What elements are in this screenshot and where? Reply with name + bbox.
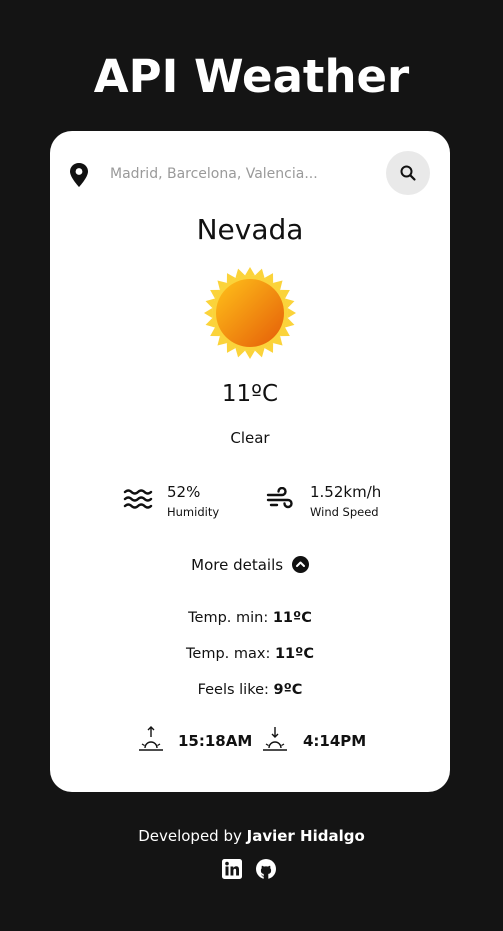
temp-max-label: Temp. max:: [186, 646, 271, 662]
city-search-input[interactable]: [110, 159, 380, 189]
sunset-time: 4:14PM: [303, 732, 367, 750]
search-icon: [400, 165, 416, 181]
more-details-label: More details: [191, 556, 284, 574]
humidity-label: Humidity: [167, 505, 220, 519]
search-button[interactable]: [386, 151, 430, 195]
feels-like-label: Feels like:: [197, 682, 269, 698]
linkedin-icon[interactable]: [221, 858, 243, 880]
temp-max-row: Temp. max: 11ºC: [50, 646, 450, 662]
feels-like-row: Feels like: 9ºC: [50, 682, 450, 698]
feels-like-value: 9ºC: [273, 682, 303, 698]
author-name: Javier Hidalgo: [246, 827, 365, 845]
credit-prefix: Developed by: [138, 827, 242, 845]
humidity-stat: 52% Humidity: [123, 481, 243, 521]
temp-min-label: Temp. min:: [188, 610, 269, 626]
sunset-icon: [263, 727, 287, 751]
sun-ray: [204, 308, 213, 318]
temp-min-row: Temp. min: 11ºC: [50, 610, 450, 626]
temp-max-value: 11ºC: [274, 646, 314, 662]
temp-min-value: 11ºC: [272, 610, 312, 626]
city-name: Nevada: [196, 213, 304, 246]
sun-times: 15:18AM 4:14PM: [50, 723, 450, 759]
sunrise-time: 15:18AM: [178, 732, 253, 750]
sun-ray: [245, 267, 255, 276]
sun-icon: [204, 267, 296, 359]
humidity-waves-icon: [123, 489, 153, 509]
weather-card: Nevada 11ºC Clear 52% Humidity 1.52km/h …: [50, 131, 450, 792]
wind-stat: 1.52km/h Wind Speed: [266, 481, 396, 521]
wind-speed-value: 1.52km/h: [310, 483, 382, 501]
humidity-value: 52%: [167, 483, 201, 501]
wind-icon: [266, 487, 293, 509]
wind-speed-label: Wind Speed: [310, 505, 379, 519]
footer-credit: Developed by Javier Hidalgo: [0, 827, 503, 845]
temperature-value: 11ºC: [221, 381, 279, 407]
app-title: API Weather: [93, 50, 410, 103]
chevron-up-icon: [291, 556, 309, 573]
search-bar: [50, 151, 450, 197]
weather-condition: Clear: [230, 429, 270, 447]
sun-ray: [245, 350, 255, 359]
location-pin-icon: [70, 163, 88, 187]
sun-ray: [287, 308, 296, 318]
github-icon[interactable]: [255, 858, 277, 880]
sunrise-icon: [139, 726, 163, 751]
more-details-toggle[interactable]: More details: [50, 556, 450, 574]
